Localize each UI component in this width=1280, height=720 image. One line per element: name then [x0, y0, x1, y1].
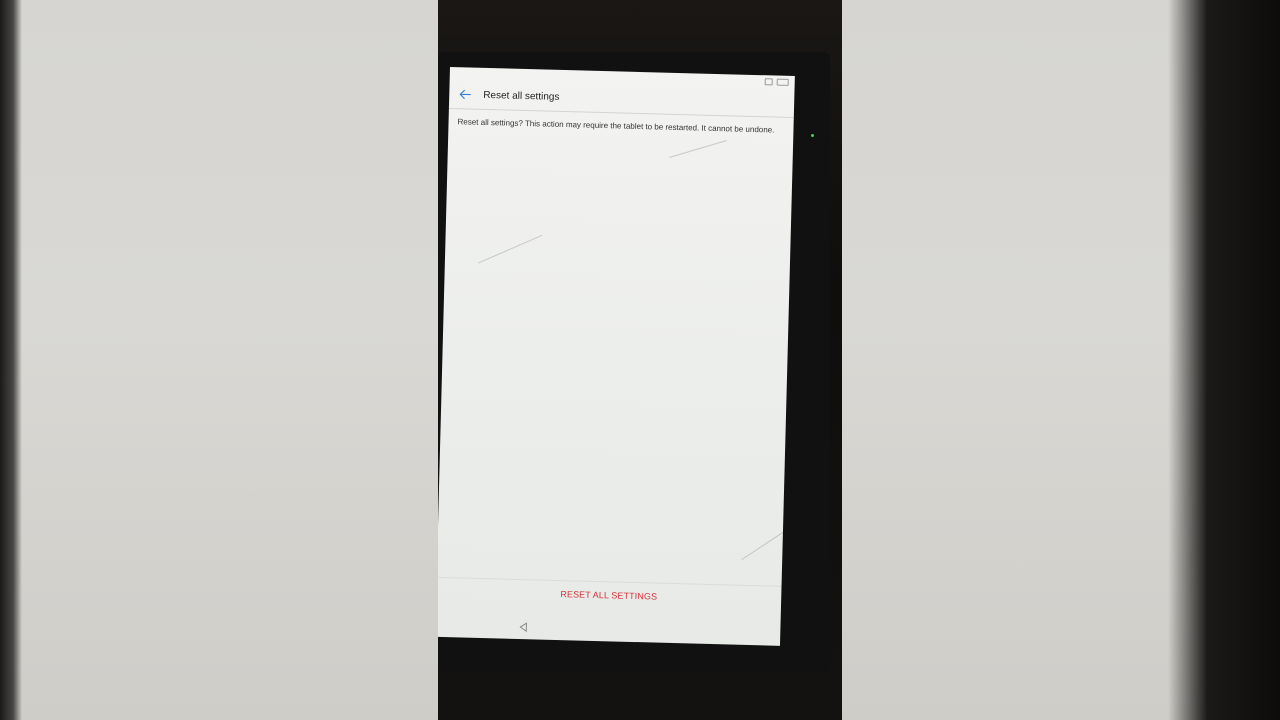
blurred-background-right: [842, 0, 1280, 720]
app-bar: Reset all settings: [448, 79, 795, 119]
battery-icon: [776, 78, 789, 86]
photo-stage: Reset all settings Reset all settings? T…: [0, 0, 1280, 720]
arrow-left-icon[interactable]: [457, 86, 473, 102]
blurred-background-left: [0, 0, 438, 720]
triangle-left-icon[interactable]: [518, 622, 528, 633]
indicator-led: [811, 134, 814, 137]
screen-scratch: [741, 531, 784, 561]
notification-icon: [764, 78, 773, 86]
screen-scratch: [477, 234, 543, 264]
reset-all-settings-button[interactable]: RESET ALL SETTINGS: [438, 576, 782, 613]
screen-scratch: [669, 140, 727, 159]
page-title: Reset all settings: [483, 89, 560, 103]
status-bar: [764, 78, 789, 86]
tablet-screen: Reset all settings Reset all settings? T…: [438, 67, 795, 646]
reset-warning-text: Reset all settings? This action may requ…: [457, 117, 775, 135]
tablet-photo: Reset all settings Reset all settings? T…: [438, 0, 842, 720]
